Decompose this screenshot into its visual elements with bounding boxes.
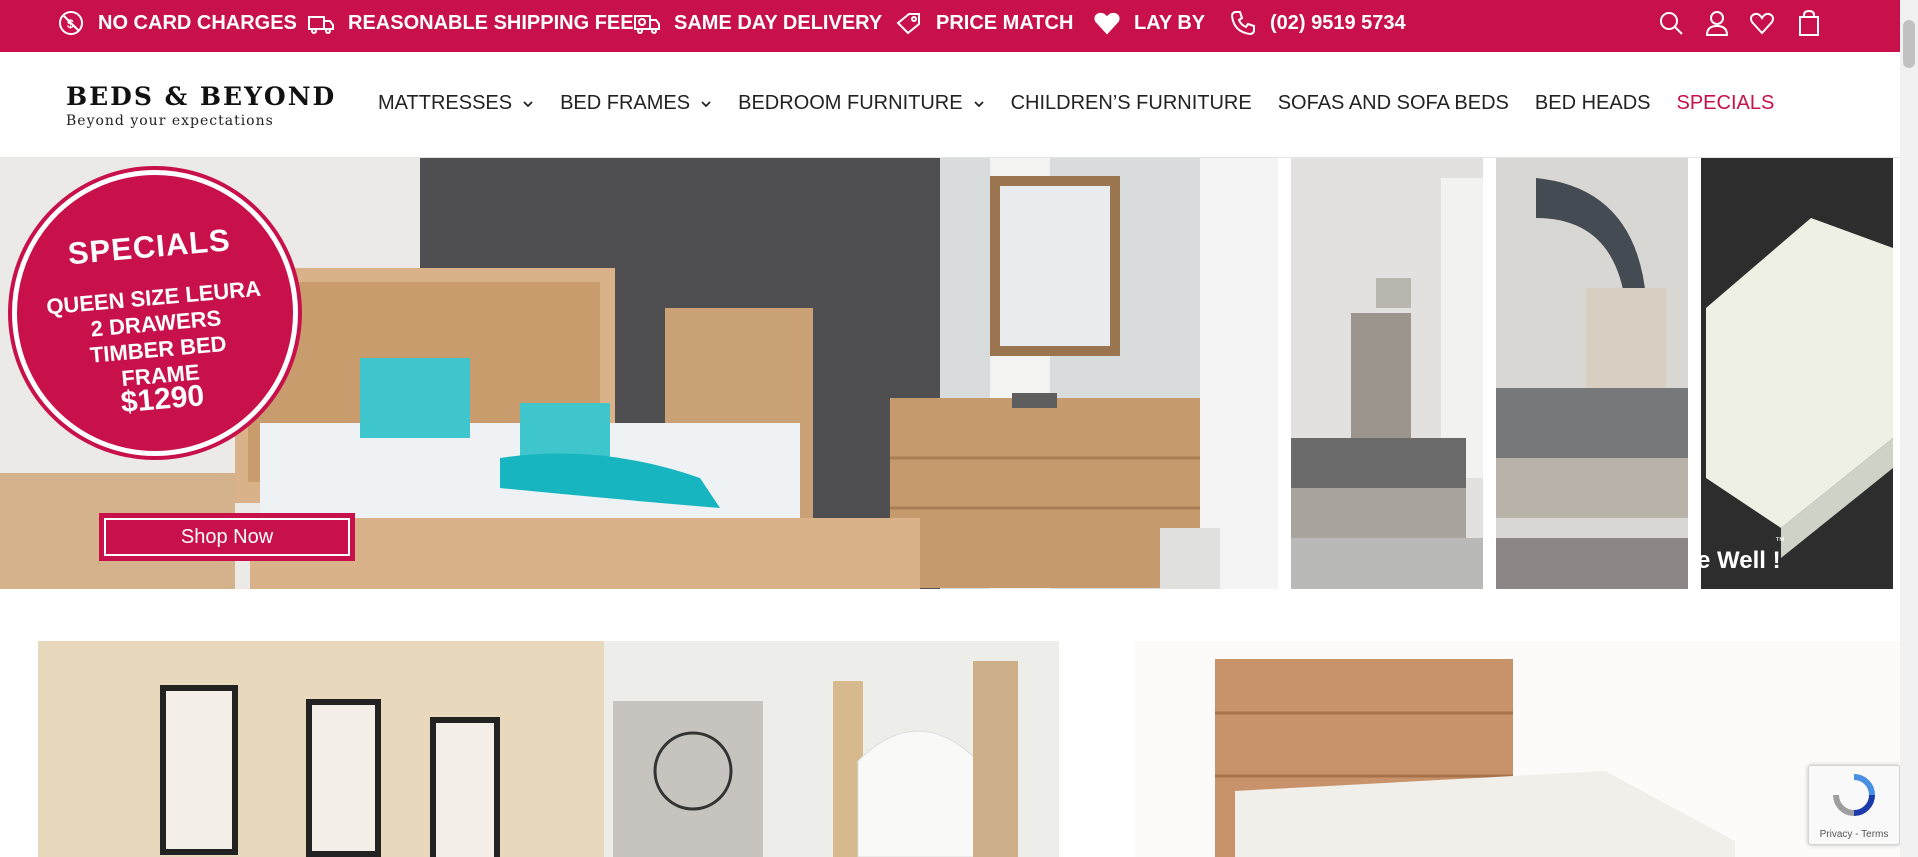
nav-item-sofas[interactable]: SOFAS AND SOFA BEDS (1278, 92, 1509, 115)
site-header: BEDS & BEYOND Beyond your expectations M… (0, 52, 1900, 158)
promo-card-bedroom-furniture[interactable] (38, 641, 1059, 857)
nav-item-mattresses[interactable]: MATTRESSES (378, 92, 534, 115)
nav-label: SOFAS AND SOFA BEDS (1277, 92, 1509, 114)
svg-text:$: $ (67, 17, 74, 31)
promo-lay-by: LAY BY (1092, 0, 1205, 46)
promo-same-day-delivery: SAME DAY DELIVERY (632, 0, 882, 46)
price-tag-icon (896, 13, 920, 35)
cart-icon[interactable] (1794, 8, 1824, 38)
nav-item-bed-heads[interactable]: BED HEADS (1535, 92, 1651, 115)
promo-label: REASONABLE SHIPPING FEE (348, 11, 634, 34)
promo-phone[interactable]: (02) 9519 5734 (1228, 0, 1406, 46)
delivery-truck-icon (634, 15, 660, 34)
phone-icon (1230, 11, 1255, 36)
page-scrollbar[interactable] (1900, 0, 1918, 857)
trademark-mark: ™ (1775, 536, 1785, 547)
nav-item-specials[interactable]: SPECIALS (1677, 92, 1775, 115)
logo-tagline: Beyond your expectations (66, 113, 274, 129)
bedroom-staircase-thumbnail (1496, 158, 1688, 589)
site-logo[interactable]: BEDS & BEYOND Beyond your expectations (66, 82, 336, 129)
chevron-down-icon (701, 100, 711, 107)
account-icon[interactable] (1702, 8, 1732, 38)
wishlist-icon[interactable] (1747, 8, 1777, 38)
promo-label: NO CARD CHARGES (98, 11, 297, 34)
no-card-charges-icon: $ (59, 11, 83, 35)
nav-label: CHILDREN’S FURNITURE (1010, 92, 1252, 114)
nav-label: MATTRESSES (378, 92, 513, 114)
chevron-down-icon (973, 100, 984, 107)
timber-bed-image (1135, 641, 1900, 857)
promo-label: SAME DAY DELIVERY (674, 11, 883, 34)
slider-thumbnail[interactable] (1496, 158, 1688, 589)
shipping-truck-icon (308, 16, 334, 34)
slider-thumbnail[interactable]: e Well ! ™ (1701, 158, 1893, 589)
promo-no-card-charges: $ NO CARD CHARGES (56, 0, 297, 46)
thumb-caption: e Well ! (1701, 547, 1781, 574)
logo-title: BEDS & BEYOND (66, 82, 337, 111)
bedroom-grey-thumbnail (1291, 158, 1483, 589)
recaptcha-links[interactable]: Privacy - Terms (1809, 829, 1899, 840)
nav-label: BED FRAMES (560, 92, 691, 114)
heart-hand-icon (1094, 12, 1120, 35)
promo-shipping: REASONABLE SHIPPING FEE (306, 0, 634, 46)
nav-label: SPECIALS (1676, 92, 1775, 114)
slider-thumbnail[interactable] (1291, 158, 1483, 589)
search-icon[interactable] (1656, 8, 1686, 38)
nav-item-childrens-furniture[interactable]: CHILDREN’S FURNITURE (1011, 92, 1252, 115)
promo-label: PRICE MATCH (936, 11, 1074, 34)
shop-now-button[interactable]: Shop Now (104, 518, 350, 556)
chevron-down-icon (523, 100, 533, 107)
promo-bar: $ NO CARD CHARGES REASONABLE SHIPPING FE… (0, 0, 1900, 52)
recaptcha-badge[interactable]: Privacy - Terms (1808, 765, 1900, 845)
recaptcha-icon (1833, 774, 1875, 816)
main-nav: MATTRESSES BED FRAMES BEDROOM FURNITURE … (378, 92, 1800, 115)
nav-label: BEDROOM FURNITURE (738, 92, 963, 114)
phone-number-link[interactable]: (02) 9519 5734 (1270, 12, 1406, 35)
room-decor-image (38, 641, 1059, 857)
nav-item-bedroom-furniture[interactable]: BEDROOM FURNITURE (738, 92, 984, 115)
promo-price-match: PRICE MATCH (894, 0, 1073, 46)
scrollbar-thumb[interactable] (1903, 20, 1915, 68)
mattress-thumbnail: e Well ! ™ (1701, 158, 1893, 589)
nav-label: BED HEADS (1534, 92, 1651, 114)
badge-title: SPECIALS (66, 222, 232, 272)
promo-label: LAY BY (1134, 11, 1206, 34)
nav-item-bed-frames[interactable]: BED FRAMES (560, 92, 712, 115)
promo-card-bed-heads[interactable] (1135, 641, 1900, 857)
